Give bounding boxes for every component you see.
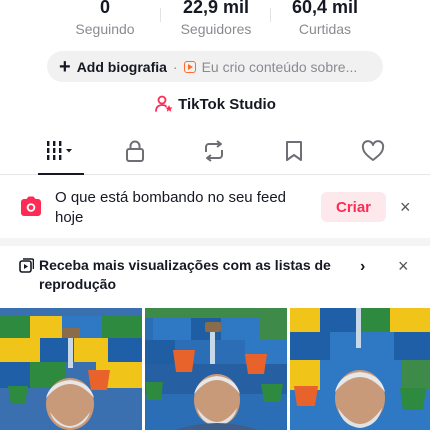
- following-label: Seguindo: [75, 21, 135, 37]
- active-tab-indicator: [38, 173, 84, 175]
- profile-tabs: [0, 130, 430, 175]
- tab-favorites[interactable]: [264, 130, 324, 172]
- followers-stat[interactable]: 22,9 mil Seguidores: [161, 0, 271, 38]
- bio-separator: ·: [172, 58, 178, 75]
- video-grid: [0, 308, 430, 430]
- bookmark-icon: [286, 141, 302, 161]
- video-thumbnail[interactable]: [290, 308, 430, 430]
- tiktok-studio-link[interactable]: TikTok Studio: [0, 94, 430, 114]
- lock-icon: [126, 140, 144, 162]
- video-thumbnail-image: [0, 308, 142, 430]
- video-thumbnail[interactable]: [145, 308, 287, 430]
- section-divider: [0, 238, 430, 246]
- camera-icon: [21, 196, 41, 216]
- followers-label: Seguidores: [180, 21, 252, 37]
- profile-stats: 0 Seguindo 22,9 mil Seguidores 60,4 mil …: [0, 0, 430, 42]
- bio-snippet: Eu crio conteúdo sobre...: [201, 58, 358, 75]
- add-bio-label: Add biografia: [76, 58, 167, 75]
- create-button[interactable]: Criar: [321, 192, 386, 222]
- followers-count: 22,9 mil: [182, 0, 250, 17]
- video-play-icon: [183, 60, 196, 73]
- close-playlist-card-icon[interactable]: ×: [398, 257, 409, 275]
- likes-count: 60,4 mil: [291, 0, 359, 17]
- tab-private[interactable]: [105, 130, 165, 172]
- repost-icon: [205, 140, 223, 162]
- close-feed-card-icon[interactable]: ×: [400, 198, 411, 216]
- heart-icon: [361, 140, 385, 161]
- studio-person-star-icon: [155, 95, 173, 112]
- playlist-icon: [19, 258, 34, 273]
- plus-icon: +: [59, 55, 71, 78]
- studio-label: TikTok Studio: [178, 95, 276, 113]
- chevron-right-icon[interactable]: ›: [360, 258, 365, 276]
- feed-prompt-text: O que está bombando no seu feed hoje: [55, 189, 287, 226]
- grid-icon: [47, 141, 72, 160]
- tab-liked[interactable]: [343, 130, 403, 172]
- likes-label: Curtidas: [298, 21, 352, 37]
- video-thumbnail[interactable]: [0, 308, 142, 430]
- following-stat[interactable]: 0 Seguindo: [50, 0, 160, 38]
- add-bio-button[interactable]: + Add biografia · Eu crio conteúdo sobre…: [47, 51, 383, 82]
- likes-stat[interactable]: 60,4 mil Curtidas: [270, 0, 380, 38]
- chevron-down-icon: [66, 149, 72, 153]
- following-count: 0: [99, 0, 110, 17]
- playlist-prompt-text: Receba mais visualizações com as listas …: [39, 257, 331, 292]
- tab-videos[interactable]: [31, 130, 91, 172]
- tab-reposts[interactable]: [184, 130, 244, 172]
- video-thumbnail-image: [145, 308, 287, 430]
- video-thumbnail-image: [290, 308, 430, 430]
